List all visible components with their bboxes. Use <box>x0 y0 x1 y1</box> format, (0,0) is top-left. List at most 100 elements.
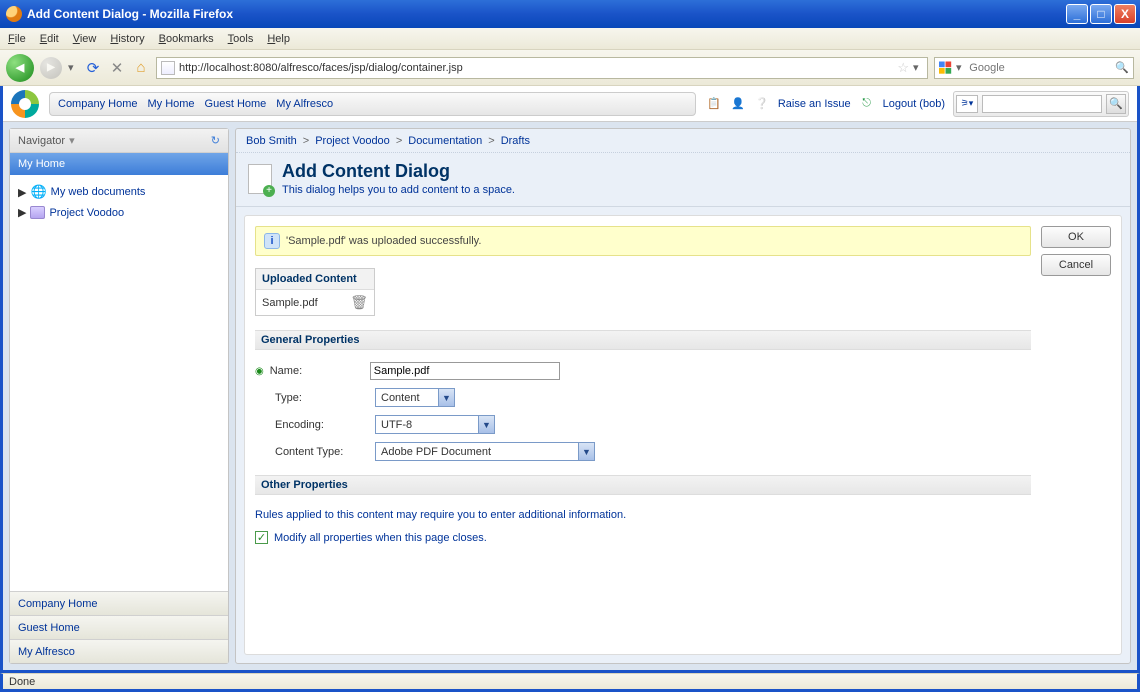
sidebar-shortcut-my-alfresco[interactable]: My Alfresco <box>10 639 228 663</box>
sidebar-mode-dropdown-icon[interactable]: ▾ <box>69 134 75 147</box>
status-text: Done <box>9 676 35 688</box>
uploaded-heading: Uploaded Content <box>256 269 374 290</box>
label-content-type: Content Type: <box>255 446 375 458</box>
select-type[interactable]: Content ▼ <box>375 388 455 407</box>
dialog-buttons: OK Cancel <box>1041 226 1111 644</box>
menu-tools[interactable]: Tools <box>228 33 254 45</box>
sidebar-shortcut-company-home[interactable]: Company Home <box>10 591 228 615</box>
chevron-down-icon: ▼ <box>578 443 594 460</box>
nav-my-home[interactable]: My Home <box>147 98 194 110</box>
info-icon: i <box>264 233 280 249</box>
search-input[interactable] <box>969 62 1111 74</box>
globe-icon: 🌐 <box>30 184 46 200</box>
window-close-button[interactable]: X <box>1114 4 1136 24</box>
breadcrumb: Bob Smith> Project Voodoo> Documentation… <box>236 129 1130 153</box>
ok-button[interactable]: OK <box>1041 226 1111 248</box>
delete-upload-icon[interactable]: 🗑 <box>350 294 368 311</box>
label-type: Type: <box>255 392 375 404</box>
crumb-sep: > <box>396 135 402 147</box>
refresh-icon[interactable]: ↻ <box>211 134 220 147</box>
nav-my-alfresco[interactable]: My Alfresco <box>276 98 333 110</box>
tree-label[interactable]: My web documents <box>51 186 146 198</box>
url-text[interactable]: http://localhost:8080/alfresco/faces/jsp… <box>179 62 893 74</box>
app-search-go-button[interactable]: 🔍 <box>1106 94 1126 114</box>
page-title: Add Content Dialog <box>282 161 515 182</box>
bookmark-star-icon[interactable]: ☆ <box>897 60 909 76</box>
select-encoding-value: UTF-8 <box>376 419 417 431</box>
search-icon: 🔍 <box>1109 97 1123 110</box>
tree-label[interactable]: Project Voodoo <box>49 207 124 219</box>
window-titlebar: Add Content Dialog - Mozilla Firefox _ □… <box>0 0 1140 28</box>
stop-button[interactable]: ✕ <box>108 59 126 77</box>
help-icon[interactable]: ❔ <box>754 96 770 112</box>
cancel-button[interactable]: Cancel <box>1041 254 1111 276</box>
search-go-icon[interactable]: 🔍 <box>1115 61 1129 74</box>
modify-all-label: Modify all properties when this page clo… <box>274 532 487 544</box>
menu-edit[interactable]: Edit <box>40 33 59 45</box>
logout-link[interactable]: Logout (bob) <box>883 98 945 110</box>
app-search-input[interactable] <box>982 95 1102 113</box>
sidebar: Navigator ▾ ↻ My Home ▶ 🌐 My web documen… <box>9 128 229 664</box>
menu-view[interactable]: View <box>73 33 97 45</box>
user-details-icon[interactable]: 👤 <box>730 96 746 112</box>
modify-all-checkbox-row[interactable]: ✓ Modify all properties when this page c… <box>255 531 1031 544</box>
label-name: Name: <box>270 365 370 377</box>
home-button[interactable]: ⌂ <box>132 59 150 77</box>
forward-button[interactable]: ▶ <box>40 57 62 79</box>
header-nav: Company Home My Home Guest Home My Alfre… <box>49 92 696 116</box>
sidebar-band-label: My Home <box>18 158 65 170</box>
tree-node[interactable]: ▶ Project Voodoo <box>18 203 220 222</box>
crumb[interactable]: Bob Smith <box>246 135 297 147</box>
browser-search-box[interactable]: ▾ 🔍 <box>934 57 1134 79</box>
section-other-properties: Other Properties <box>255 475 1031 495</box>
search-options-button[interactable]: ⚞▾ <box>956 95 978 113</box>
app-header: Company Home My Home Guest Home My Alfre… <box>3 86 1137 122</box>
add-content-icon <box>248 164 272 194</box>
chevron-down-icon: ▼ <box>478 416 494 433</box>
reload-button[interactable]: ⟳ <box>84 59 102 77</box>
crumb[interactable]: Drafts <box>501 135 530 147</box>
select-content-type-value: Adobe PDF Document <box>376 446 496 458</box>
form-row-content-type: Content Type: Adobe PDF Document ▼ <box>255 438 1031 465</box>
section-general-properties: General Properties <box>255 330 1031 350</box>
chevron-down-icon: ▼ <box>438 389 454 406</box>
page-title-block: Add Content Dialog This dialog helps you… <box>236 153 1130 207</box>
logout-icon[interactable]: ⎋ <box>859 96 875 112</box>
input-name[interactable] <box>370 362 560 380</box>
menu-bookmarks[interactable]: Bookmarks <box>159 33 214 45</box>
label-encoding: Encoding: <box>255 419 375 431</box>
sidebar-shortcut-guest-home[interactable]: Guest Home <box>10 615 228 639</box>
back-button[interactable]: ◀ <box>6 54 34 82</box>
nav-tree: ▶ 🌐 My web documents ▶ Project Voodoo <box>10 175 228 591</box>
menu-help[interactable]: Help <box>267 33 290 45</box>
select-content-type[interactable]: Adobe PDF Document ▼ <box>375 442 595 461</box>
tree-expand-icon[interactable]: ▶ <box>18 206 26 219</box>
uploaded-row: Sample.pdf 🗑 <box>256 290 374 315</box>
checkbox-checked-icon[interactable]: ✓ <box>255 531 268 544</box>
nav-guest-home[interactable]: Guest Home <box>205 98 267 110</box>
select-encoding[interactable]: UTF-8 ▼ <box>375 415 495 434</box>
raise-issue-link[interactable]: Raise an Issue <box>778 98 851 110</box>
menu-file[interactable]: File <box>8 33 26 45</box>
browser-menubar: File Edit View History Bookmarks Tools H… <box>0 28 1140 50</box>
dialog-workspace: i 'Sample.pdf' was uploaded successfully… <box>244 215 1122 655</box>
nav-history-dropdown[interactable]: ▾ <box>68 61 78 74</box>
page-icon <box>161 61 175 75</box>
crumb[interactable]: Project Voodoo <box>315 135 390 147</box>
form-row-type: Type: Content ▼ <box>255 384 1031 411</box>
menu-history[interactable]: History <box>110 33 144 45</box>
window-maximize-button[interactable]: □ <box>1090 4 1112 24</box>
main-panel: Bob Smith> Project Voodoo> Documentation… <box>235 128 1131 664</box>
search-engine-dropdown[interactable]: ▾ <box>956 61 965 74</box>
clipboard-icon[interactable]: 📋 <box>706 96 722 112</box>
sidebar-header: Navigator ▾ ↻ <box>10 129 228 153</box>
tree-expand-icon[interactable]: ▶ <box>18 186 26 199</box>
tree-node[interactable]: ▶ 🌐 My web documents <box>18 181 220 203</box>
address-bar[interactable]: http://localhost:8080/alfresco/faces/jsp… <box>156 57 928 79</box>
nav-company-home[interactable]: Company Home <box>58 98 137 110</box>
crumb[interactable]: Documentation <box>408 135 482 147</box>
url-dropdown[interactable]: ▾ <box>913 61 923 74</box>
sidebar-current-location[interactable]: My Home <box>10 153 228 175</box>
window-minimize-button[interactable]: _ <box>1066 4 1088 24</box>
uploaded-filename: Sample.pdf <box>262 297 318 309</box>
